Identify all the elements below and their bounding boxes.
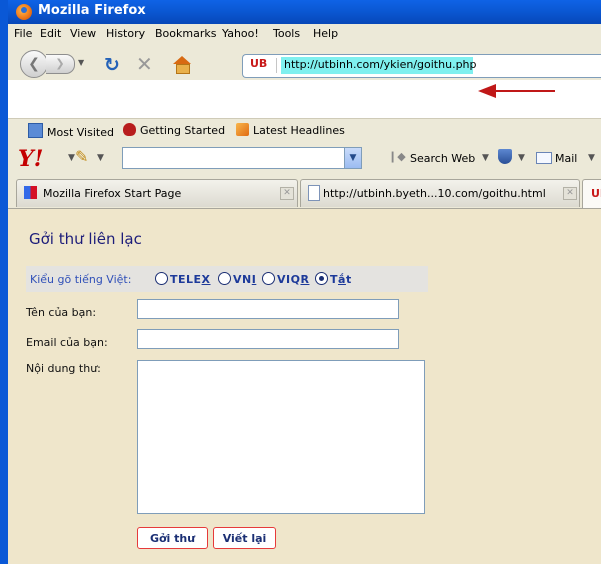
typing-mode-label: Kiểu gõ tiếng Việt: [30, 273, 132, 286]
menu-bar: File Edit View History Bookmarks Yahoo! … [8, 24, 601, 44]
shield-icon[interactable] [498, 149, 512, 164]
shield-dropdown-icon[interactable]: ▼ [518, 153, 525, 163]
reset-button[interactable]: Viết lại [213, 527, 276, 549]
reload-icon[interactable]: ↻ [104, 54, 120, 76]
tab-label: Mozilla Firefox Start Page [43, 187, 182, 200]
search-web-dropdown-icon[interactable]: ▼ [482, 153, 489, 163]
radio-viqr[interactable] [262, 272, 275, 285]
close-icon[interactable]: ✕ [280, 187, 294, 200]
home-icon-body[interactable] [176, 64, 190, 74]
toolbar-grip-icon: ❙◆ [388, 150, 406, 163]
page-title: Gởi thư liên lạc [29, 230, 142, 248]
bookmark-most-visited[interactable]: Most Visited [28, 123, 114, 139]
name-input[interactable] [137, 299, 399, 319]
tab-label: http://utbinh.byeth...10.com/goithu.html [323, 187, 546, 200]
url-bar[interactable]: UB http://utbinh.com/ykien/goithu.php [242, 54, 601, 78]
option-viqr[interactable]: VIQR [277, 273, 309, 286]
window-title: Mozilla Firefox [38, 3, 146, 18]
pencil-dropdown-icon[interactable]: ▼ [97, 153, 104, 163]
tab-bar: Mozilla Firefox Start Page ✕ http://utbi… [8, 174, 601, 209]
message-textarea[interactable] [137, 360, 425, 514]
radio-telex[interactable] [155, 272, 168, 285]
site-favicon: UB [250, 57, 268, 70]
menu-history[interactable]: History [106, 27, 145, 40]
mail-icon[interactable] [536, 152, 552, 164]
page-icon [308, 185, 320, 201]
mail-dropdown-icon[interactable]: ▼ [588, 153, 595, 163]
forward-button[interactable]: ❯ [46, 54, 75, 74]
bookmark-latest-headlines[interactable]: Latest Headlines [236, 123, 345, 137]
tab-label: UB [591, 187, 601, 200]
message-label: Nội dung thư: [26, 362, 101, 375]
stop-icon[interactable]: ✕ [136, 52, 153, 76]
history-dropdown-icon[interactable]: ▼ [78, 58, 84, 67]
title-bar: Mozilla Firefox [8, 0, 601, 24]
yahoo-dropdown-icon[interactable]: ▼ [68, 153, 75, 163]
menu-file[interactable]: File [14, 27, 32, 40]
url-text[interactable]: http://utbinh.com/ykien/goithu.php [284, 58, 477, 71]
menu-help[interactable]: Help [313, 27, 338, 40]
mail-button[interactable]: Mail [555, 152, 577, 165]
tab-start-page[interactable]: Mozilla Firefox Start Page ✕ [16, 179, 298, 207]
getting-started-icon [123, 123, 136, 136]
tab-goithu[interactable]: http://utbinh.byeth...10.com/goithu.html… [300, 179, 580, 207]
send-button[interactable]: Gởi thư [137, 527, 208, 549]
email-input[interactable] [137, 329, 399, 349]
radio-vni[interactable] [218, 272, 231, 285]
firefox-window: Mozilla Firefox File Edit View History B… [0, 0, 601, 564]
yahoo-toolbar: Y! ▼ ✎ ▼ ▼ ❙◆ Search Web ▼ ▼ Mail ▼ [8, 142, 601, 174]
tab-active[interactable]: UB [582, 179, 601, 208]
home-icon[interactable] [173, 56, 191, 64]
option-vni[interactable]: VNI [233, 273, 256, 286]
menu-yahoo[interactable]: Yahoo! [222, 27, 259, 40]
bookmarks-toolbar: Most Visited Getting Started Latest Head… [8, 118, 601, 143]
bookmark-getting-started[interactable]: Getting Started [123, 123, 225, 137]
menu-bookmarks[interactable]: Bookmarks [155, 27, 216, 40]
search-web-button[interactable]: Search Web [410, 152, 475, 165]
rss-icon [236, 123, 249, 136]
menu-edit[interactable]: Edit [40, 27, 61, 40]
back-forward-group: ❮ ❯ ▼ [20, 50, 88, 78]
search-dropdown-icon[interactable]: ▼ [344, 148, 361, 168]
navigation-bar: ❮ ❯ ▼ ↻ ✕ UB http://utbinh.com/ykien/goi… [8, 44, 601, 80]
yahoo-logo[interactable]: Y! [18, 146, 43, 172]
firefox-icon [16, 4, 32, 20]
google-favicon-icon [24, 186, 37, 199]
option-telex[interactable]: TELEX [170, 273, 211, 286]
page-content: Gởi thư liên lạc Kiểu gõ tiếng Việt: TEL… [8, 209, 601, 564]
yahoo-search-input[interactable]: ▼ [122, 147, 362, 169]
option-off[interactable]: Tắt [330, 273, 352, 286]
red-arrow-line [494, 90, 555, 92]
typing-mode-bar: Kiểu gõ tiếng Việt: TELEX VNI VIQR Tắt [26, 266, 428, 292]
pencil-icon[interactable]: ✎ [75, 147, 88, 166]
menu-tools[interactable]: Tools [273, 27, 300, 40]
url-separator [276, 58, 277, 73]
email-label: Email của bạn: [26, 336, 108, 349]
window-border [0, 0, 8, 564]
radio-off[interactable] [315, 272, 328, 285]
back-button[interactable]: ❮ [20, 50, 48, 78]
name-label: Tên của bạn: [26, 306, 97, 319]
menu-view[interactable]: View [70, 27, 96, 40]
most-visited-icon [28, 123, 43, 138]
close-icon[interactable]: ✕ [563, 187, 577, 200]
